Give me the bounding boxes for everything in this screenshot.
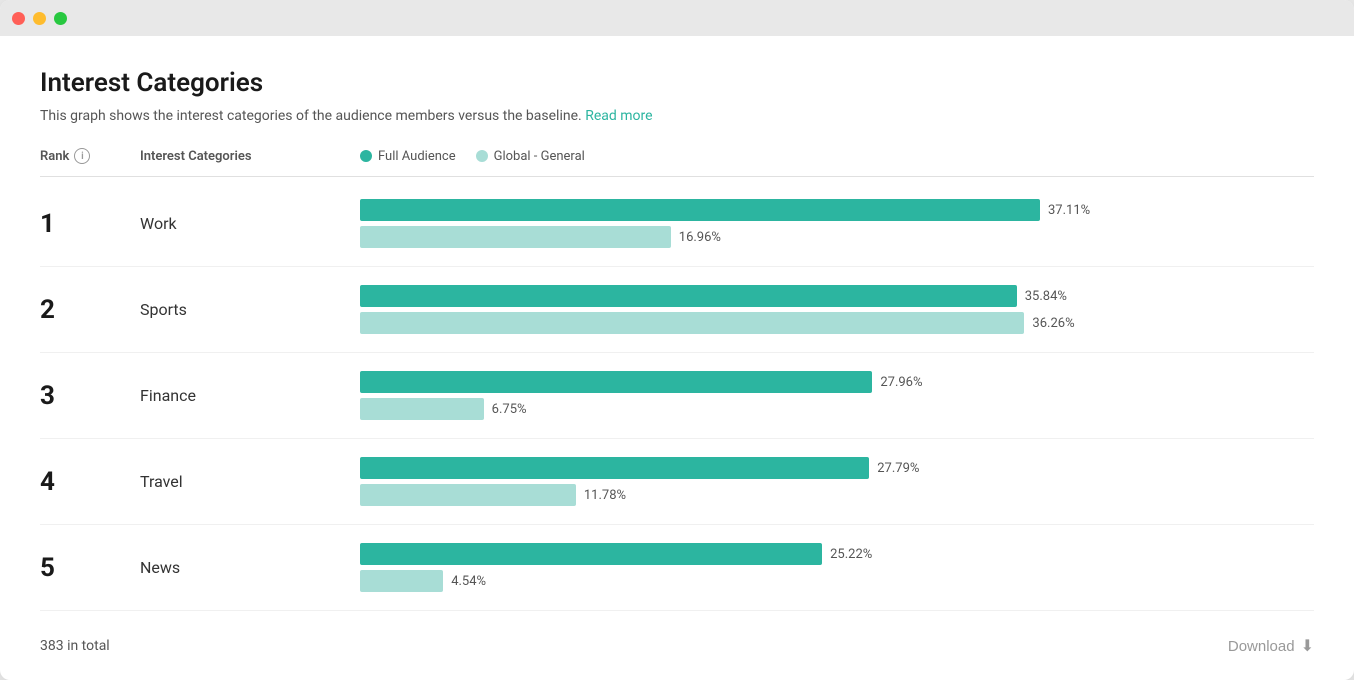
- rank-number: 1: [40, 209, 140, 239]
- table-header: Rank i Interest Categories Full Audience…: [40, 148, 1314, 177]
- global-bar: [360, 398, 484, 420]
- table-row: 5 News 25.22% 4.54%: [40, 525, 1314, 611]
- global-bar-row: 6.75%: [360, 398, 1314, 420]
- table-row: 2 Sports 35.84% 36.26%: [40, 267, 1314, 353]
- full-audience-bar: [360, 457, 869, 479]
- global-bar-row: 11.78%: [360, 484, 1314, 506]
- full-audience-bar-row: 37.11%: [360, 199, 1314, 221]
- maximize-button[interactable]: [54, 12, 67, 25]
- category-name: Sports: [140, 300, 340, 319]
- legend-full-audience: Full Audience: [360, 149, 456, 164]
- table-row: 4 Travel 27.79% 11.78%: [40, 439, 1314, 525]
- category-name: Work: [140, 214, 340, 233]
- full-audience-bar: [360, 199, 1040, 221]
- rank-number: 2: [40, 295, 140, 325]
- global-bar-row: 4.54%: [360, 570, 1314, 592]
- bars-container: 27.96% 6.75%: [340, 371, 1314, 420]
- full-audience-bar-row: 27.79%: [360, 457, 1314, 479]
- data-rows-container: 1 Work 37.11% 16.96% 2 Sports 35.84%: [40, 181, 1314, 611]
- download-label: Download: [1228, 638, 1295, 655]
- chart-legend: Full Audience Global - General: [360, 149, 585, 164]
- total-count: 383 in total: [40, 638, 110, 654]
- table-row: 1 Work 37.11% 16.96%: [40, 181, 1314, 267]
- close-button[interactable]: [12, 12, 25, 25]
- full-audience-label: 37.11%: [1048, 203, 1090, 218]
- app-window: Interest Categories This graph shows the…: [0, 0, 1354, 680]
- global-label: 16.96%: [679, 230, 721, 245]
- download-button[interactable]: Download ⬇: [1228, 636, 1314, 656]
- bars-container: 25.22% 4.54%: [340, 543, 1314, 592]
- category-name: Travel: [140, 472, 340, 491]
- description-text: This graph shows the interest categories…: [40, 108, 1314, 124]
- legend-dot-global: [476, 150, 488, 162]
- titlebar: [0, 0, 1354, 36]
- global-bar-row: 36.26%: [360, 312, 1314, 334]
- footer: 383 in total Download ⬇: [40, 616, 1314, 656]
- category-name: Finance: [140, 386, 340, 405]
- global-bar: [360, 570, 443, 592]
- full-audience-bar-row: 25.22%: [360, 543, 1314, 565]
- rank-number: 5: [40, 553, 140, 583]
- category-column-header: Interest Categories: [140, 149, 340, 164]
- description-body: This graph shows the interest categories…: [40, 108, 585, 124]
- global-bar-row: 16.96%: [360, 226, 1314, 248]
- full-audience-bar-row: 27.96%: [360, 371, 1314, 393]
- legend-global-general: Global - General: [476, 149, 585, 164]
- full-audience-label: 25.22%: [830, 547, 872, 562]
- bars-container: 37.11% 16.96%: [340, 199, 1314, 248]
- page-title: Interest Categories: [40, 68, 1314, 98]
- global-label: 6.75%: [492, 402, 527, 417]
- full-audience-bar-row: 35.84%: [360, 285, 1314, 307]
- full-audience-label: 35.84%: [1025, 289, 1067, 304]
- download-icon: ⬇: [1301, 636, 1314, 656]
- full-audience-bar: [360, 543, 822, 565]
- legend-area: Full Audience Global - General: [340, 149, 1314, 164]
- table-row: 3 Finance 27.96% 6.75%: [40, 353, 1314, 439]
- rank-number: 3: [40, 381, 140, 411]
- read-more-link[interactable]: Read more: [585, 108, 652, 124]
- global-bar: [360, 312, 1024, 334]
- bars-container: 35.84% 36.26%: [340, 285, 1314, 334]
- full-audience-bar: [360, 371, 872, 393]
- rank-info-icon[interactable]: i: [74, 148, 90, 164]
- legend-label-global: Global - General: [494, 149, 585, 164]
- global-bar: [360, 484, 576, 506]
- legend-dot-full: [360, 150, 372, 162]
- full-audience-label: 27.96%: [880, 375, 922, 390]
- global-label: 4.54%: [451, 574, 486, 589]
- rank-column-header: Rank i: [40, 148, 140, 164]
- full-audience-bar: [360, 285, 1017, 307]
- legend-label-full: Full Audience: [378, 149, 456, 164]
- rank-number: 4: [40, 467, 140, 497]
- global-label: 11.78%: [584, 488, 626, 503]
- global-bar: [360, 226, 671, 248]
- full-audience-label: 27.79%: [877, 461, 919, 476]
- minimize-button[interactable]: [33, 12, 46, 25]
- bars-container: 27.79% 11.78%: [340, 457, 1314, 506]
- category-name: News: [140, 558, 340, 577]
- global-label: 36.26%: [1032, 316, 1074, 331]
- main-content: Interest Categories This graph shows the…: [0, 36, 1354, 680]
